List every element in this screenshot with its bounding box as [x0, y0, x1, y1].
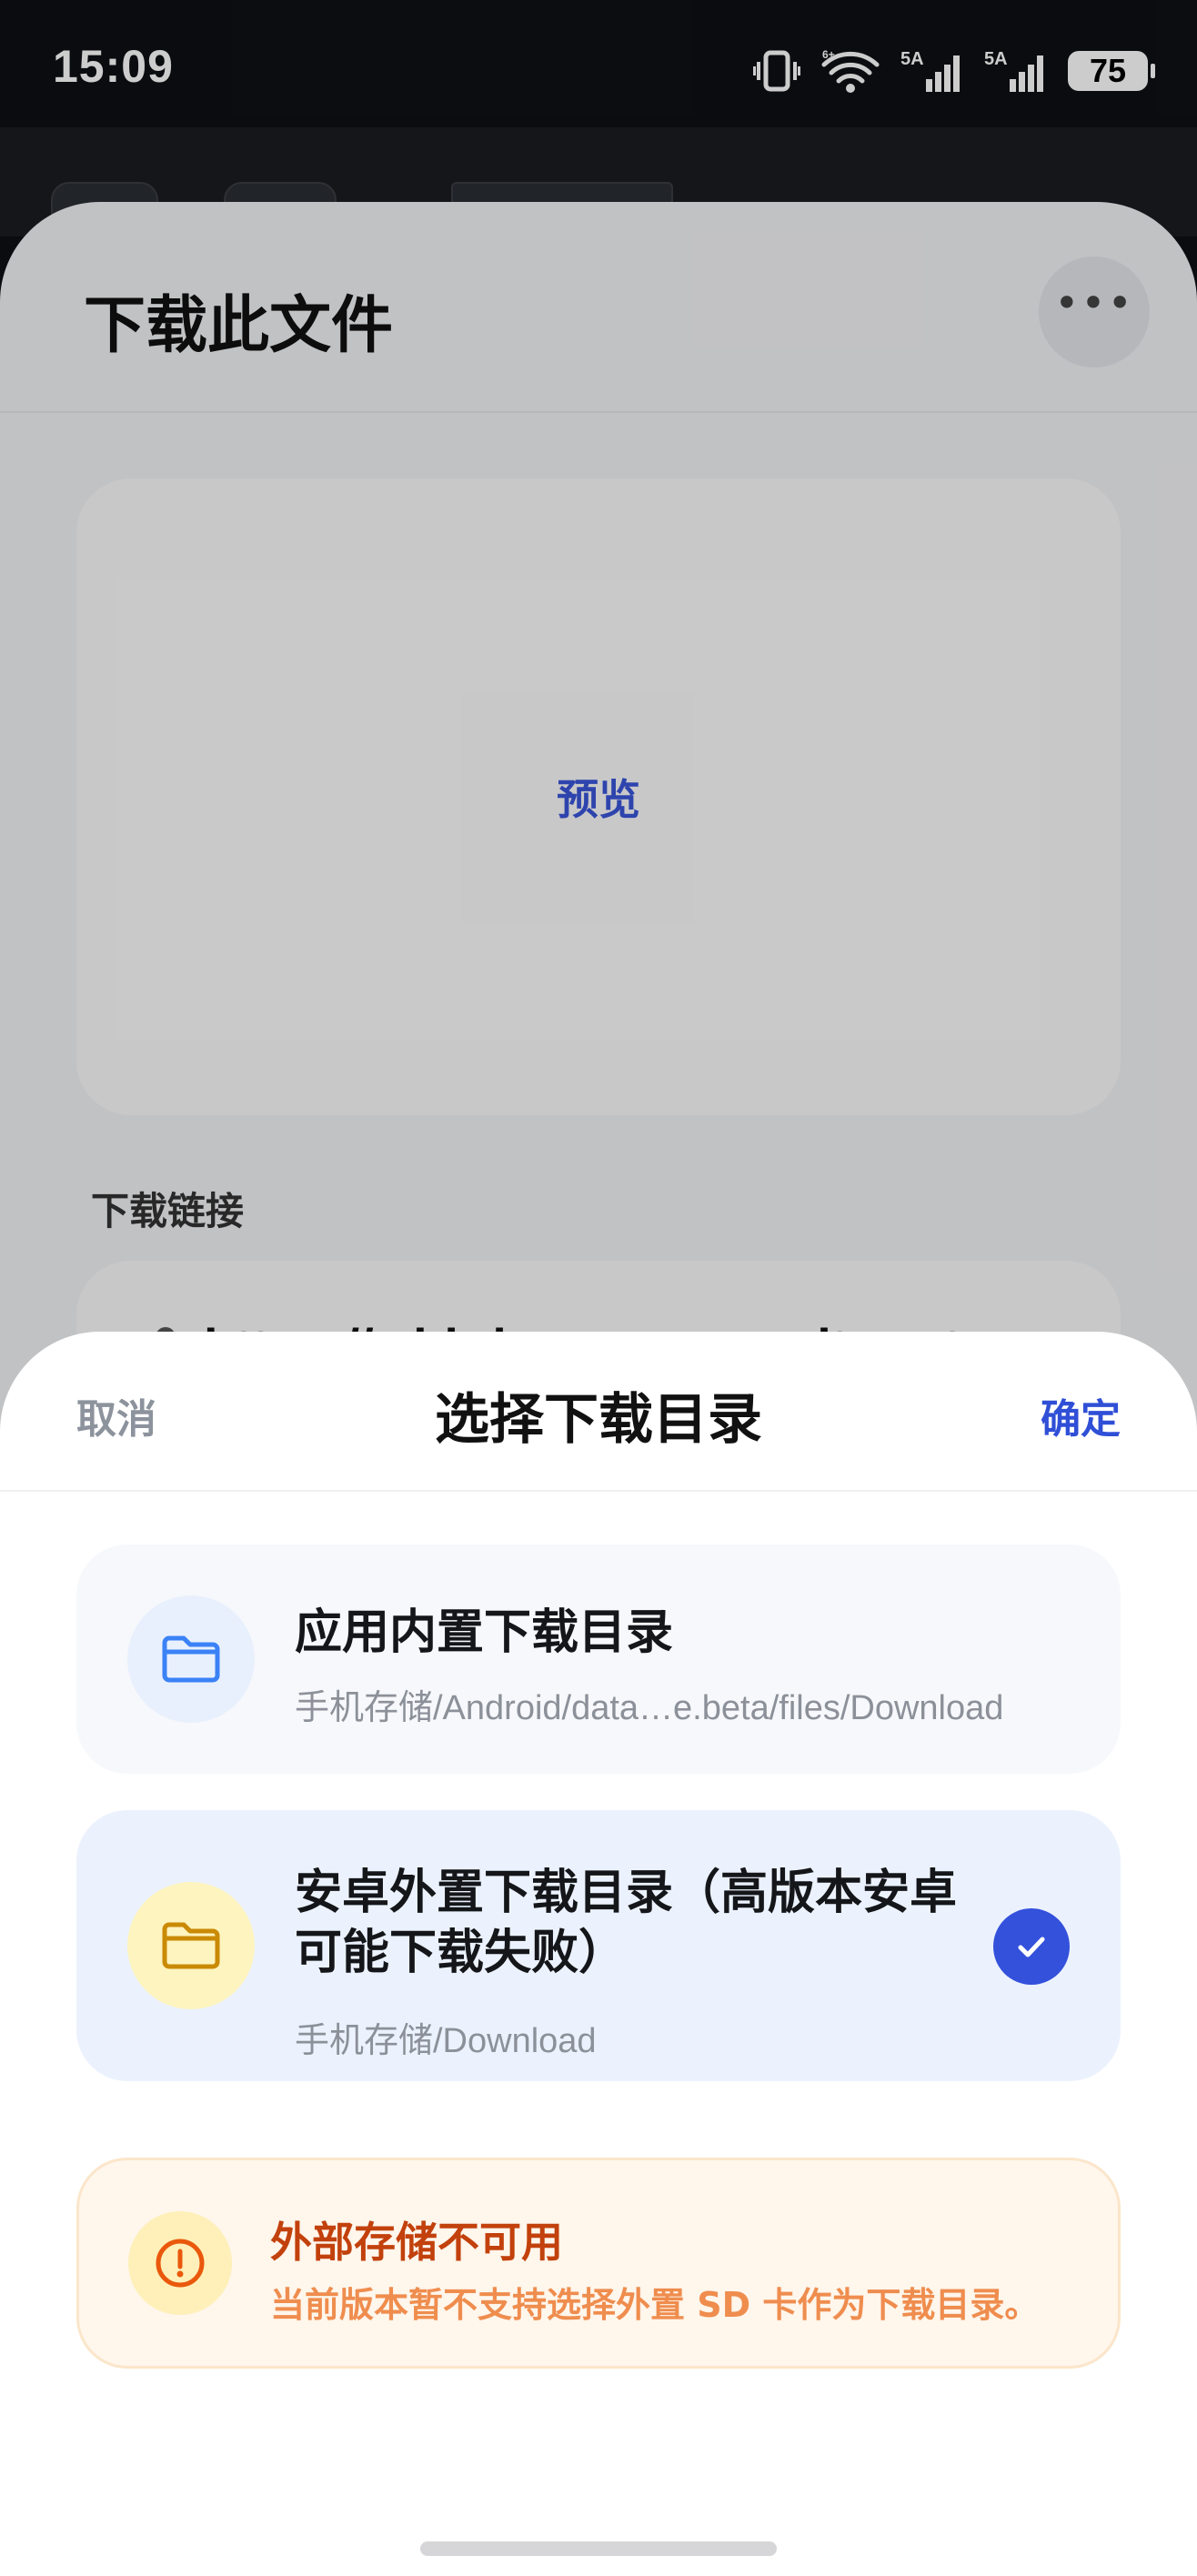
option-title: 安卓外置下载目录（高版本安卓可能下载失败）: [295, 1866, 958, 1980]
warning-title: 外部存储不可用: [270, 2218, 563, 2267]
option-path: 手机存储/Download: [295, 2022, 597, 2060]
option-path: 手机存储/Android/data…e.beta/files/Download: [295, 1689, 1004, 1727]
option-title: 应用内置下载目录: [295, 1605, 674, 1660]
alert-circle-icon: [128, 2211, 232, 2315]
picker-header: 取消 选择下载目录 确定: [0, 1332, 1197, 1492]
external-storage-warning: 外部存储不可用 当前版本暂不支持选择外置 SD 卡作为下载目录。: [76, 2158, 1121, 2369]
folder-icon: [127, 1882, 255, 2009]
confirm-button[interactable]: 确定: [1041, 1386, 1121, 1444]
picker-title: 选择下载目录: [435, 1388, 762, 1452]
warning-description: 当前版本暂不支持选择外置 SD 卡作为下载目录。: [270, 2285, 1040, 2325]
home-indicator[interactable]: [420, 2541, 777, 2556]
folder-icon: [127, 1595, 255, 1723]
check-icon: [993, 1908, 1070, 1985]
directory-picker-sheet: 取消 选择下载目录 确定 应用内置下载目录 手机存储/Android/data……: [0, 1332, 1197, 2576]
directory-option-external[interactable]: 安卓外置下载目录（高版本安卓可能下载失败） 手机存储/Download: [76, 1810, 1121, 2081]
directory-option-internal[interactable]: 应用内置下载目录 手机存储/Android/data…e.beta/files/…: [76, 1545, 1121, 1774]
